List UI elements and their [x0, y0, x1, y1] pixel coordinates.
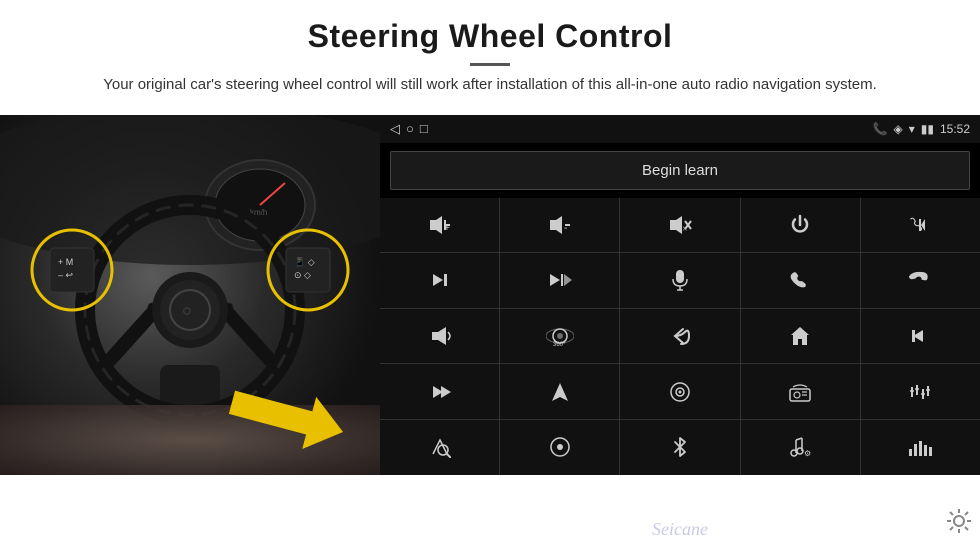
mute-button[interactable]: × — [620, 198, 739, 253]
phone-end-button[interactable] — [861, 253, 980, 308]
svg-text:×: × — [682, 224, 688, 235]
vol-down-button[interactable]: - — [500, 198, 619, 253]
back-button[interactable] — [620, 309, 739, 364]
phone-prev-button[interactable] — [861, 198, 980, 253]
begin-learn-button[interactable]: Begin learn — [390, 151, 970, 190]
page-container: Steering Wheel Control Your original car… — [0, 0, 980, 548]
wifi-icon: ▾ — [909, 122, 915, 136]
settings-circle-button[interactable] — [500, 420, 619, 475]
svg-text:360°: 360° — [553, 342, 566, 347]
svg-text:– ↩: – ↩ — [58, 270, 74, 280]
back-icon[interactable]: ◁ — [390, 121, 400, 137]
page-title: Steering Wheel Control — [60, 18, 920, 55]
cam360-button[interactable]: 360° — [500, 309, 619, 364]
spectrum-button[interactable] — [861, 420, 980, 475]
prev-next-button[interactable] — [500, 253, 619, 308]
begin-learn-row: Begin learn — [380, 143, 980, 198]
voice-button[interactable] — [380, 420, 499, 475]
svg-text:📱 ◇: 📱 ◇ — [294, 256, 315, 267]
svg-text:⊙ ◇: ⊙ ◇ — [294, 270, 311, 280]
seicane-watermark: Seicane — [652, 519, 708, 540]
radio-button[interactable] — [741, 364, 860, 419]
music-button[interactable]: ⚙ — [741, 420, 860, 475]
clock: 15:52 — [940, 122, 970, 136]
android-screen: ◁ ○ □ 📞 ◈ ▾ ▮▮ 15:52 Begin learn — [380, 115, 980, 475]
content-section: km/h ⬡ — [0, 115, 980, 548]
equalizer-button[interactable] — [861, 364, 980, 419]
photo-panel: km/h ⬡ — [0, 115, 380, 475]
svg-text:+ M: + M — [58, 257, 73, 267]
status-left: ◁ ○ □ — [390, 121, 428, 137]
microphone-button[interactable] — [620, 253, 739, 308]
recents-icon[interactable]: □ — [420, 121, 428, 137]
phone-answer-button[interactable] — [741, 253, 860, 308]
settings-gear-icon[interactable] — [946, 508, 972, 540]
next-track-button[interactable] — [380, 253, 499, 308]
status-right: 📞 ◈ ▾ ▮▮ 15:52 — [873, 122, 970, 136]
bluetooth-button[interactable] — [620, 420, 739, 475]
home-screen-button[interactable] — [741, 309, 860, 364]
android-status-bar: ◁ ○ □ 📞 ◈ ▾ ▮▮ 15:52 — [380, 115, 980, 143]
source-button[interactable] — [620, 364, 739, 419]
power-button[interactable] — [741, 198, 860, 253]
svg-text:+: + — [444, 223, 450, 234]
svg-text:-: - — [564, 223, 567, 234]
location-icon: ◈ — [893, 122, 902, 136]
fast-forward-button[interactable] — [380, 364, 499, 419]
rewind-button[interactable] — [861, 309, 980, 364]
vol-up-button[interactable]: + — [380, 198, 499, 253]
controls-grid: + - — [380, 198, 980, 475]
home-icon[interactable]: ○ — [406, 121, 414, 137]
horn-button[interactable] — [380, 309, 499, 364]
battery-icon: ▮▮ — [921, 122, 934, 136]
car-interior-svg: km/h ⬡ — [0, 115, 380, 475]
phone-icon: 📞 — [873, 122, 888, 136]
navigation-button[interactable] — [500, 364, 619, 419]
screen-wrapper: ◁ ○ □ 📞 ◈ ▾ ▮▮ 15:52 Begin learn — [380, 115, 980, 548]
title-divider — [470, 63, 510, 66]
subtitle: Your original car's steering wheel contr… — [100, 74, 880, 97]
svg-text:⬡: ⬡ — [183, 306, 191, 316]
header-section: Steering Wheel Control Your original car… — [0, 0, 980, 107]
svg-text:⚙: ⚙ — [804, 449, 811, 458]
